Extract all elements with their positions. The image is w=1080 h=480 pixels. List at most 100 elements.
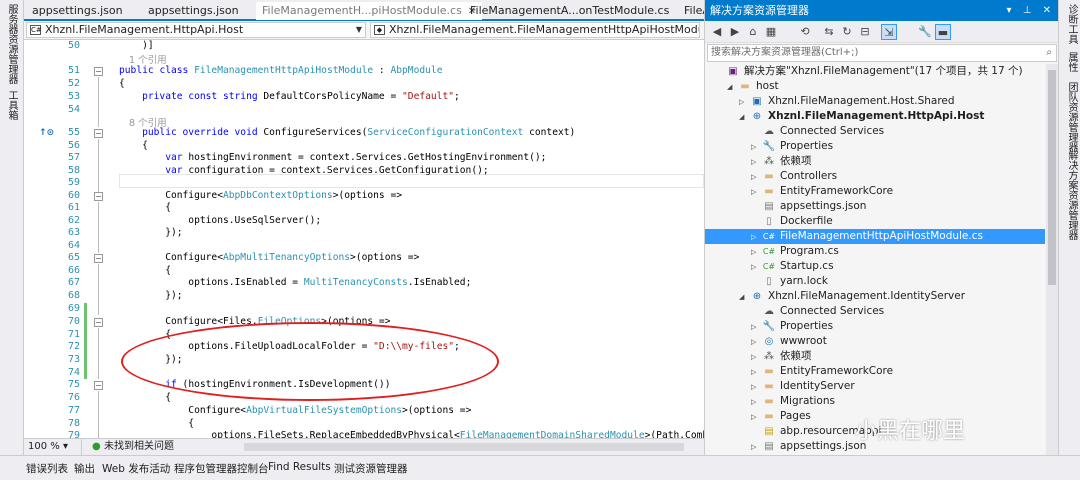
tree-item[interactable]: ☁ Connected Services (705, 124, 884, 139)
tree-item[interactable]: ▷ C# Startup.cs (705, 259, 834, 274)
code-area[interactable]: ↑⊙ 50 51 52 53 54 55 56 57 58 59 60 61 6… (24, 40, 704, 438)
back-icon[interactable]: ◀ (709, 24, 725, 40)
tab-error-list[interactable]: 错误列表 (26, 461, 68, 476)
horizontal-scrollbar[interactable] (244, 443, 684, 451)
tree-item[interactable]: ▷ C# Program.cs (705, 244, 839, 259)
tree-item[interactable]: ▷ C# FileManagementHttpApiHostModule.cs (705, 229, 1045, 244)
collapse-icon[interactable]: − (94, 381, 103, 390)
tab-output[interactable]: 输出 (74, 461, 95, 476)
tree-item[interactable]: ▷ ▬ Pages (705, 409, 811, 424)
expand-arrow-icon[interactable]: ▷ (751, 260, 761, 275)
window-pin-close-icons[interactable]: ▾ ⊥ ✕ (1007, 0, 1055, 21)
line-number: 59 (67, 177, 80, 188)
expand-arrow-icon[interactable]: ▷ (751, 155, 761, 170)
refresh-icon[interactable]: ↻ (839, 24, 855, 40)
properties-wrench-icon[interactable]: 🔧 (917, 24, 933, 40)
collapse-icon[interactable]: − (94, 318, 103, 327)
solution-explorer-tab[interactable]: 解决方案资源管理器 (1064, 150, 1079, 240)
tree-item[interactable]: ▷ ▬ Migrations (705, 394, 835, 409)
tree-item[interactable]: ▷ ⁂ 依赖项 (705, 349, 812, 364)
tab-appsettings-1[interactable]: appsettings.json (26, 2, 129, 20)
code-line: { (119, 418, 195, 429)
expand-arrow-icon[interactable]: ▷ (751, 230, 761, 245)
tree-item[interactable]: ▷ ▣ Xhznl.FileManagement.Host.Shared (705, 94, 955, 109)
line-number: 53 (67, 91, 80, 102)
issues-status[interactable]: 未找到相关问题 (104, 439, 174, 455)
expand-arrow-icon[interactable]: ▷ (751, 140, 761, 155)
diagnostic-tools-tab[interactable]: 诊断工具 (1064, 4, 1079, 44)
solutions-views-icon[interactable]: ▦ (763, 24, 779, 40)
line-number: 62 (67, 215, 80, 226)
toolbox-tab[interactable]: 工具箱 (4, 90, 19, 120)
collapse-all-icon[interactable]: ⊟ (857, 24, 873, 40)
expand-arrow-icon[interactable]: ▷ (751, 245, 761, 260)
solution-search-input[interactable]: 搜索解决方案资源管理器(Ctrl+;) ⌕ (707, 44, 1057, 62)
tree-item[interactable]: ▷ ▬ IdentityServer (705, 379, 855, 394)
expanded-arrow-icon[interactable]: ◢ (739, 110, 749, 125)
collapse-icon[interactable]: − (94, 67, 103, 76)
tree-item[interactable]: ◢ ▬ host (705, 79, 779, 94)
tree-item[interactable]: ▤ appsettings.json (705, 199, 866, 214)
expand-arrow-icon[interactable]: ▷ (739, 95, 749, 110)
tree-item[interactable]: ▯ Dockerfile (705, 214, 833, 229)
tree-item[interactable]: ▣ 解决方案"Xhznl.FileManagement"(17 个项目，共 17 … (705, 64, 1022, 79)
tree-item[interactable]: ◢ ⊕ Xhznl.FileManagement.HttpApi.Host (705, 109, 984, 124)
expand-arrow-icon[interactable]: ▷ (751, 395, 761, 410)
properties-tab[interactable]: 属性 (1064, 52, 1079, 72)
expand-arrow-icon[interactable]: ▷ (751, 185, 761, 200)
history-icon[interactable]: ⟲ (797, 24, 813, 40)
expanded-arrow-icon[interactable]: ◢ (739, 290, 749, 305)
expand-arrow-icon[interactable]: ▷ (751, 320, 761, 335)
tree-item[interactable]: ▷ ▬ EntityFrameworkCore (705, 184, 893, 199)
tree-item[interactable]: ▷ ◎ wwwroot (705, 334, 827, 349)
type-dropdown[interactable]: ◆ Xhznl.FileManagement.FileManagementHtt… (370, 22, 700, 38)
tab-find-results[interactable]: Find Results (268, 461, 331, 473)
expand-arrow-icon[interactable]: ▷ (751, 170, 761, 185)
tree-item[interactable]: ▷ ⁂ 依赖项 (705, 154, 812, 169)
expanded-arrow-icon[interactable]: ◢ (727, 80, 737, 95)
forward-icon[interactable]: ▶ (727, 24, 743, 40)
tree-item[interactable]: ▷ 🔧 Properties (705, 319, 833, 334)
tree-item[interactable]: ▷ 🔧 Properties (705, 139, 833, 154)
tab-web-publish[interactable]: Web 发布活动 (102, 461, 170, 476)
collapse-icon[interactable]: − (94, 192, 103, 201)
vertical-scrollbar[interactable] (1046, 64, 1058, 455)
expand-arrow-icon[interactable]: ▷ (751, 380, 761, 395)
project-dropdown[interactable]: C# Xhznl.FileManagement.HttpApi.Host ▼ (26, 22, 366, 38)
expand-arrow-icon[interactable]: ▷ (751, 365, 761, 380)
collapse-icon[interactable]: − (94, 254, 103, 263)
tab-appsettings-2[interactable]: appsettings.json (142, 2, 245, 20)
zoom-dropdown[interactable]: 100 % ▾ (28, 439, 82, 455)
codelens-reference[interactable]: 1 个引用 (129, 52, 167, 66)
tree-item[interactable]: ▷ ▤ appsettings.json (705, 439, 866, 454)
expand-arrow-icon[interactable]: ▷ (751, 350, 761, 365)
sync-icon[interactable]: ⇆ (821, 24, 837, 40)
collapse-icon[interactable]: − (94, 129, 103, 138)
tree-item[interactable]: ▯ yarn.lock (705, 274, 828, 289)
tree-item[interactable]: ▷ ▬ Controllers (705, 169, 837, 184)
tree-item[interactable]: ◢ ⊕ Xhznl.FileManagement.IdentityServer (705, 289, 965, 304)
server-explorer-tab[interactable]: 服务器资源管理器 (4, 4, 19, 84)
tab-host-module[interactable]: FileManagementH...piHostModule.cs ✕ (256, 2, 483, 20)
tab-test-explorer[interactable]: 测试资源管理器 (334, 461, 408, 476)
tree-item[interactable]: ▷ ▬ EntityFrameworkCore (705, 364, 893, 379)
code-line: }); (119, 290, 183, 301)
tree-item[interactable]: ☁ Connected Services (705, 304, 884, 319)
check-circle-icon: ● (92, 441, 101, 452)
line-number: 65 (67, 252, 80, 263)
type-name: Xhznl.FileManagement.FileManagementHttpA… (389, 23, 700, 36)
sync-with-document-icon[interactable]: ⇲ (881, 24, 897, 40)
preview-selected-icon[interactable]: ▬ (935, 24, 951, 40)
tab-package-manager-console[interactable]: 程序包管理器控制台 (174, 461, 269, 476)
tree-item-label: EntityFrameworkCore (780, 185, 894, 197)
globe-icon: ◎ (764, 336, 774, 347)
scrollbar-thumb[interactable] (1048, 70, 1056, 285)
expand-arrow-icon[interactable]: ▷ (751, 440, 761, 455)
navigation-bar: C# Xhznl.FileManagement.HttpApi.Host ▼ ◆… (24, 21, 704, 40)
home-icon[interactable]: ⌂ (745, 24, 761, 40)
team-explorer-tab[interactable]: 团队资源管理器 (1064, 82, 1079, 152)
expand-arrow-icon[interactable]: ▷ (751, 335, 761, 350)
tab-application-test-module[interactable]: FileManagementA...onTestModule.cs (464, 2, 675, 20)
line-number: 76 (67, 392, 80, 403)
expand-arrow-icon[interactable]: ▷ (751, 410, 761, 425)
